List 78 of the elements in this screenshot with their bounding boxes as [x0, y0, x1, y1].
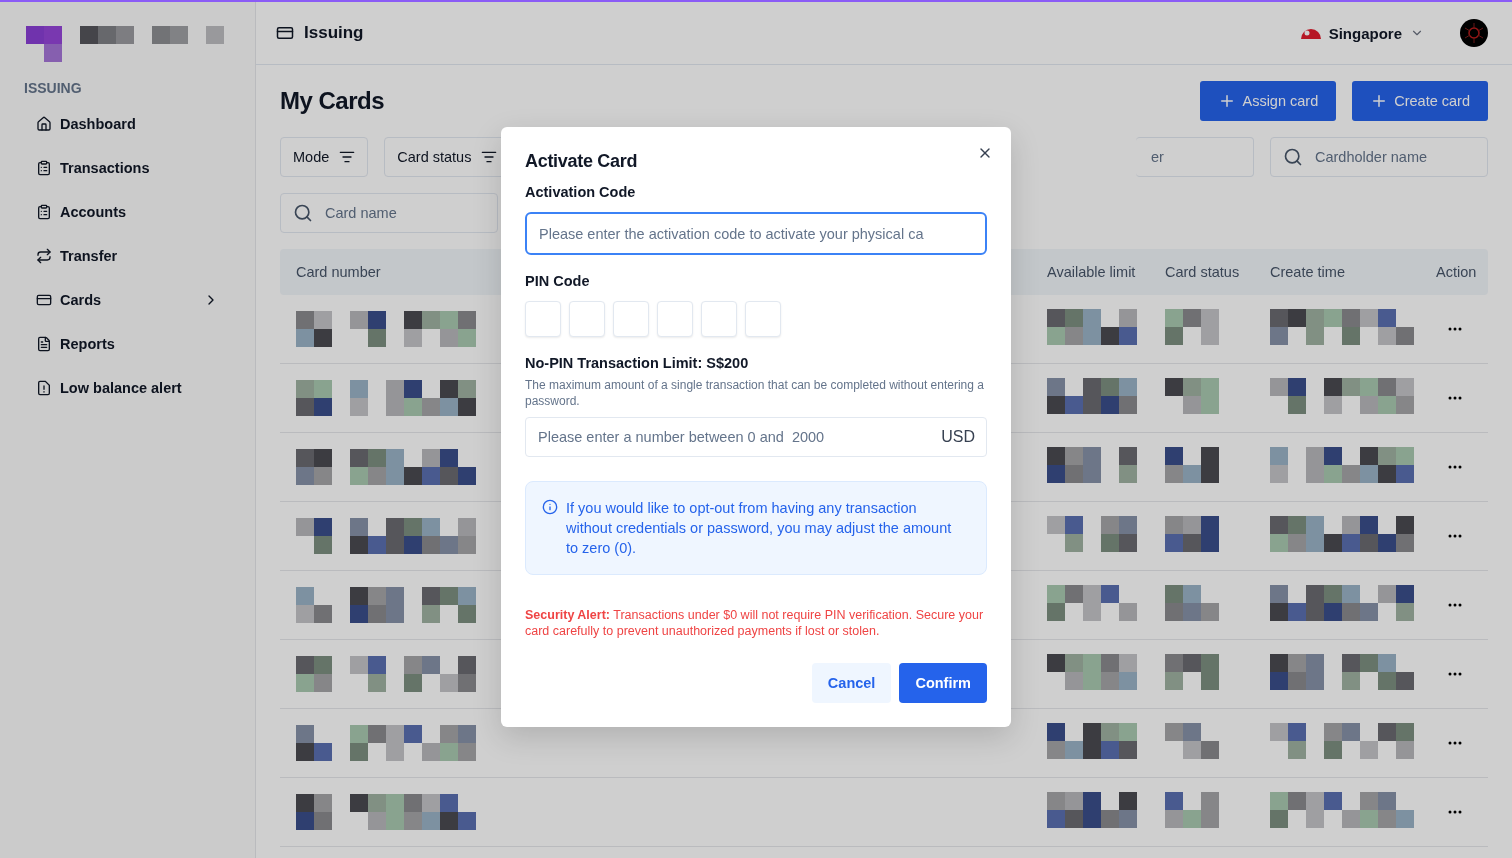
more-icon[interactable] — [1448, 672, 1462, 676]
pixelated-drawing — [296, 311, 332, 347]
pixelated-drawing — [1165, 516, 1219, 552]
nav-item[interactable]: Accounts — [24, 190, 231, 234]
pixelated-drawing — [1165, 654, 1219, 690]
pin-digit-field[interactable] — [701, 301, 737, 337]
security-alert-text: Security Alert: Transactions under $0 will not require PIN verification. Secure your card carefully to prevent unauthorized payments if lost or stolen. — [525, 607, 985, 639]
pixelated-drawing — [1165, 378, 1219, 414]
activation-code-field[interactable]: Please enter the activation code to activate your physical ca — [525, 212, 987, 255]
pixelated-drawing — [296, 725, 332, 761]
document-alert-icon — [36, 380, 52, 396]
filter-icon — [481, 149, 498, 165]
more-icon[interactable] — [1448, 396, 1462, 400]
add-button[interactable]: Create card — [1352, 81, 1488, 121]
region-selector[interactable]: Singapore — [1294, 23, 1430, 43]
home-icon — [36, 116, 52, 132]
info-text: If you would like to opt-out from having any transaction without credentials or password, you may adjust the amount to zero (0). — [566, 499, 953, 558]
pixelated-drawing — [296, 656, 332, 692]
pixelated-drawing — [1165, 723, 1219, 759]
pixelated-drawing — [296, 449, 332, 485]
clipboard-list-icon — [36, 204, 52, 220]
pin-digit-field[interactable] — [745, 301, 781, 337]
column-header: Card status — [1165, 264, 1240, 280]
pin-digit-field[interactable] — [525, 301, 561, 337]
document-icon — [36, 336, 52, 352]
limit-description: The maximum amount of a single transaction that can be completed without entering a password. — [525, 377, 985, 409]
more-icon[interactable] — [1448, 534, 1462, 538]
search-field[interactable]: er — [1136, 137, 1254, 177]
limit-title: No-PIN Transaction Limit: S$200 — [525, 355, 750, 371]
cycle-arrows-icon — [36, 248, 52, 264]
nav-item[interactable]: Transfer — [24, 234, 231, 278]
pin-digit-field[interactable] — [569, 301, 605, 337]
search-field[interactable]: Cardholder name — [1270, 137, 1488, 177]
pin-digit-field[interactable] — [657, 301, 693, 337]
column-header: Available limit — [1047, 264, 1136, 280]
nav-item[interactable]: Dashboard — [24, 102, 231, 146]
avatar-icon[interactable] — [1460, 19, 1488, 47]
dialog-title: Activate Card — [525, 151, 639, 172]
currency-label: USD — [941, 428, 975, 446]
column-header: Action — [1436, 264, 1477, 280]
pixelated-drawing — [296, 794, 332, 830]
column-header: Create time — [1270, 264, 1345, 280]
credit-card-icon — [36, 292, 52, 308]
field-label: PIN Code — [525, 273, 591, 289]
more-icon[interactable] — [1448, 327, 1462, 331]
more-icon[interactable] — [1448, 465, 1462, 469]
more-icon[interactable] — [1448, 810, 1462, 814]
field-label: Activation Code — [525, 184, 637, 200]
pixelated-drawing — [1165, 447, 1219, 483]
nav-item[interactable]: Low balance alert — [24, 366, 231, 410]
clipboard-list-icon — [36, 160, 52, 176]
more-icon[interactable] — [1448, 741, 1462, 745]
pixelated-drawing — [296, 380, 332, 416]
pixelated-drawing — [296, 587, 332, 623]
nav-item[interactable]: Transactions — [24, 146, 231, 190]
pixelated-drawing — [1165, 585, 1219, 621]
section-label: ISSUING — [24, 80, 83, 96]
search-icon — [293, 203, 313, 223]
nav-item[interactable]: Cards — [24, 278, 231, 322]
pixelated-drawing — [1165, 792, 1219, 828]
pin-digit-field[interactable] — [613, 301, 649, 337]
filter-icon — [339, 149, 356, 165]
cancel-button[interactable]: Cancel — [811, 663, 892, 703]
add-button[interactable]: Assign card — [1200, 81, 1337, 121]
filter-button[interactable]: Mode — [280, 137, 369, 177]
pixelated-drawing — [296, 518, 332, 554]
search-field[interactable]: Card name — [280, 193, 498, 233]
pixelated-drawing — [1165, 309, 1219, 345]
column-header: Card number — [296, 264, 381, 280]
info-icon — [542, 499, 558, 515]
page-title: My Cards — [280, 87, 385, 115]
flag-icon — [1300, 27, 1321, 39]
more-icon[interactable] — [1448, 603, 1462, 607]
page-section-title: Issuing — [304, 23, 365, 43]
confirm-button[interactable]: Confirm — [899, 663, 987, 703]
search-icon — [1283, 147, 1303, 167]
nav-item[interactable]: Reports — [24, 322, 231, 366]
credit-card-icon — [276, 24, 294, 42]
